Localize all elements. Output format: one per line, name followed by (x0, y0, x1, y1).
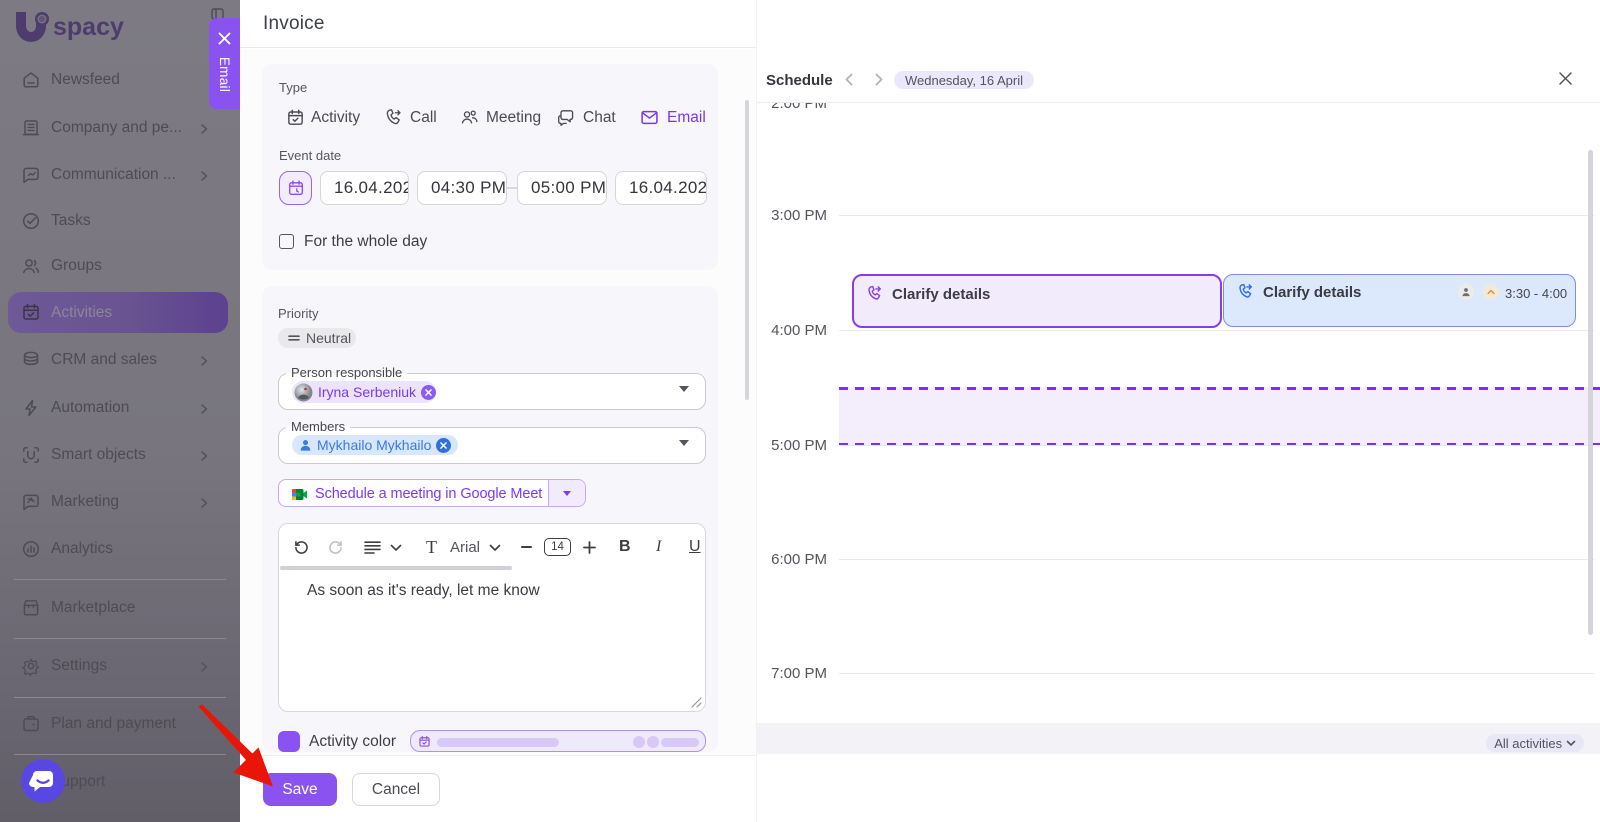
svg-text:spacy: spacy (53, 13, 124, 41)
